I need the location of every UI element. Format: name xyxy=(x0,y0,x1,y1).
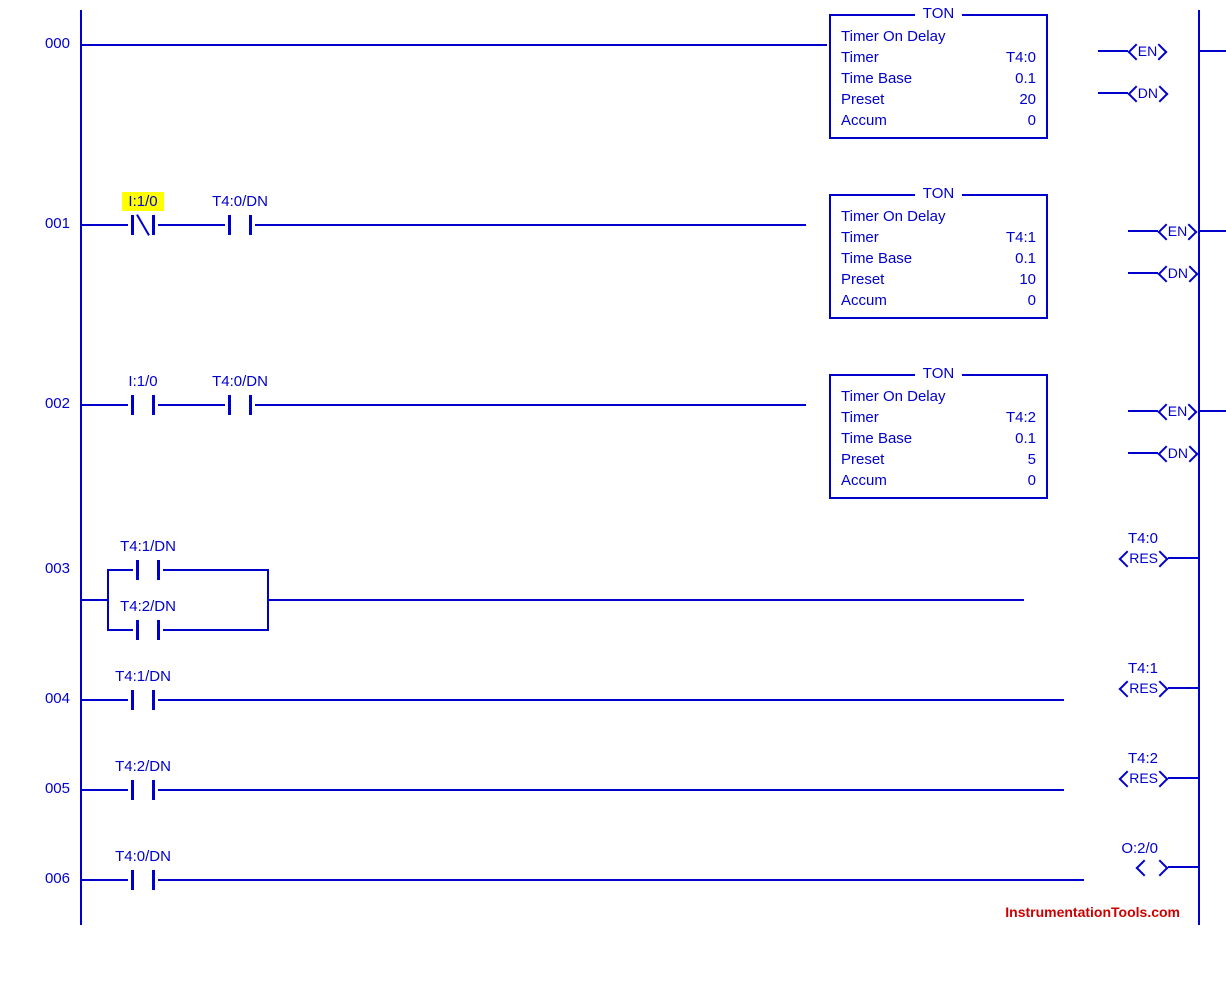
ton-block-0: TON Timer On Delay TimerT4:0 Time Base0.… xyxy=(829,14,1048,139)
rung-004: 004 T4:1/DN T4:1 RES xyxy=(20,675,1200,765)
xic-contact: T4:1/DN xyxy=(122,690,164,710)
xio-contact: I:1/0 xyxy=(122,215,164,235)
xic-contact: T4:0/DN xyxy=(122,870,164,890)
ton-block-2: TON Timer On Delay TimerT4:2 Time Base0.… xyxy=(829,374,1048,499)
en-output: EN xyxy=(1158,403,1197,419)
rung-000: 000 TON Timer On Delay TimerT4:0 Time Ba… xyxy=(20,10,1200,190)
xic-contact: T4:1/DN xyxy=(127,560,169,580)
res-output: T4:2 RES xyxy=(1119,770,1168,786)
dn-output: DN xyxy=(1158,445,1198,461)
ton-subtitle: Timer On Delay xyxy=(841,28,1036,45)
en-output: EN xyxy=(1128,43,1167,59)
rung-number: 001 xyxy=(20,215,80,232)
xic-contact: T4:2/DN xyxy=(127,620,169,640)
xic-contact: I:1/0 xyxy=(122,395,164,415)
rung-number: 003 xyxy=(20,560,80,577)
rung-002: 002 I:1/0 T4:0/DN TON Timer On Delay Tim… xyxy=(20,370,1200,545)
rung-005: 005 T4:2/DN T4:2 RES xyxy=(20,765,1200,855)
xic-contact: T4:0/DN xyxy=(219,215,261,235)
xic-contact: T4:0/DN xyxy=(219,395,261,415)
rung-003: 003 T4:1/DN xyxy=(20,545,1200,675)
parallel-branch: T4:1/DN T4:2/DN xyxy=(107,560,269,640)
rung-number: 005 xyxy=(20,780,80,797)
ladder-diagram: 000 TON Timer On Delay TimerT4:0 Time Ba… xyxy=(20,10,1200,925)
dn-output: DN xyxy=(1128,85,1168,101)
rung-number: 000 xyxy=(20,35,80,52)
rung-001: 001 I:1/0 T4:0/DN TON Timer On Delay Tim… xyxy=(20,190,1200,370)
ton-block-1: TON Timer On Delay TimerT4:1 Time Base0.… xyxy=(829,194,1048,319)
xic-contact: T4:2/DN xyxy=(122,780,164,800)
rung-number: 002 xyxy=(20,395,80,412)
ton-title: TON xyxy=(915,5,962,22)
watermark: InstrumentationTools.com xyxy=(1005,904,1180,920)
output-coil: O:2/0 xyxy=(1136,860,1168,874)
dn-output: DN xyxy=(1158,265,1198,281)
rung-number: 004 xyxy=(20,690,80,707)
en-output: EN xyxy=(1158,223,1197,239)
res-output: T4:0 RES xyxy=(1119,550,1168,566)
rung-number: 006 xyxy=(20,870,80,887)
res-output: T4:1 RES xyxy=(1119,680,1168,696)
